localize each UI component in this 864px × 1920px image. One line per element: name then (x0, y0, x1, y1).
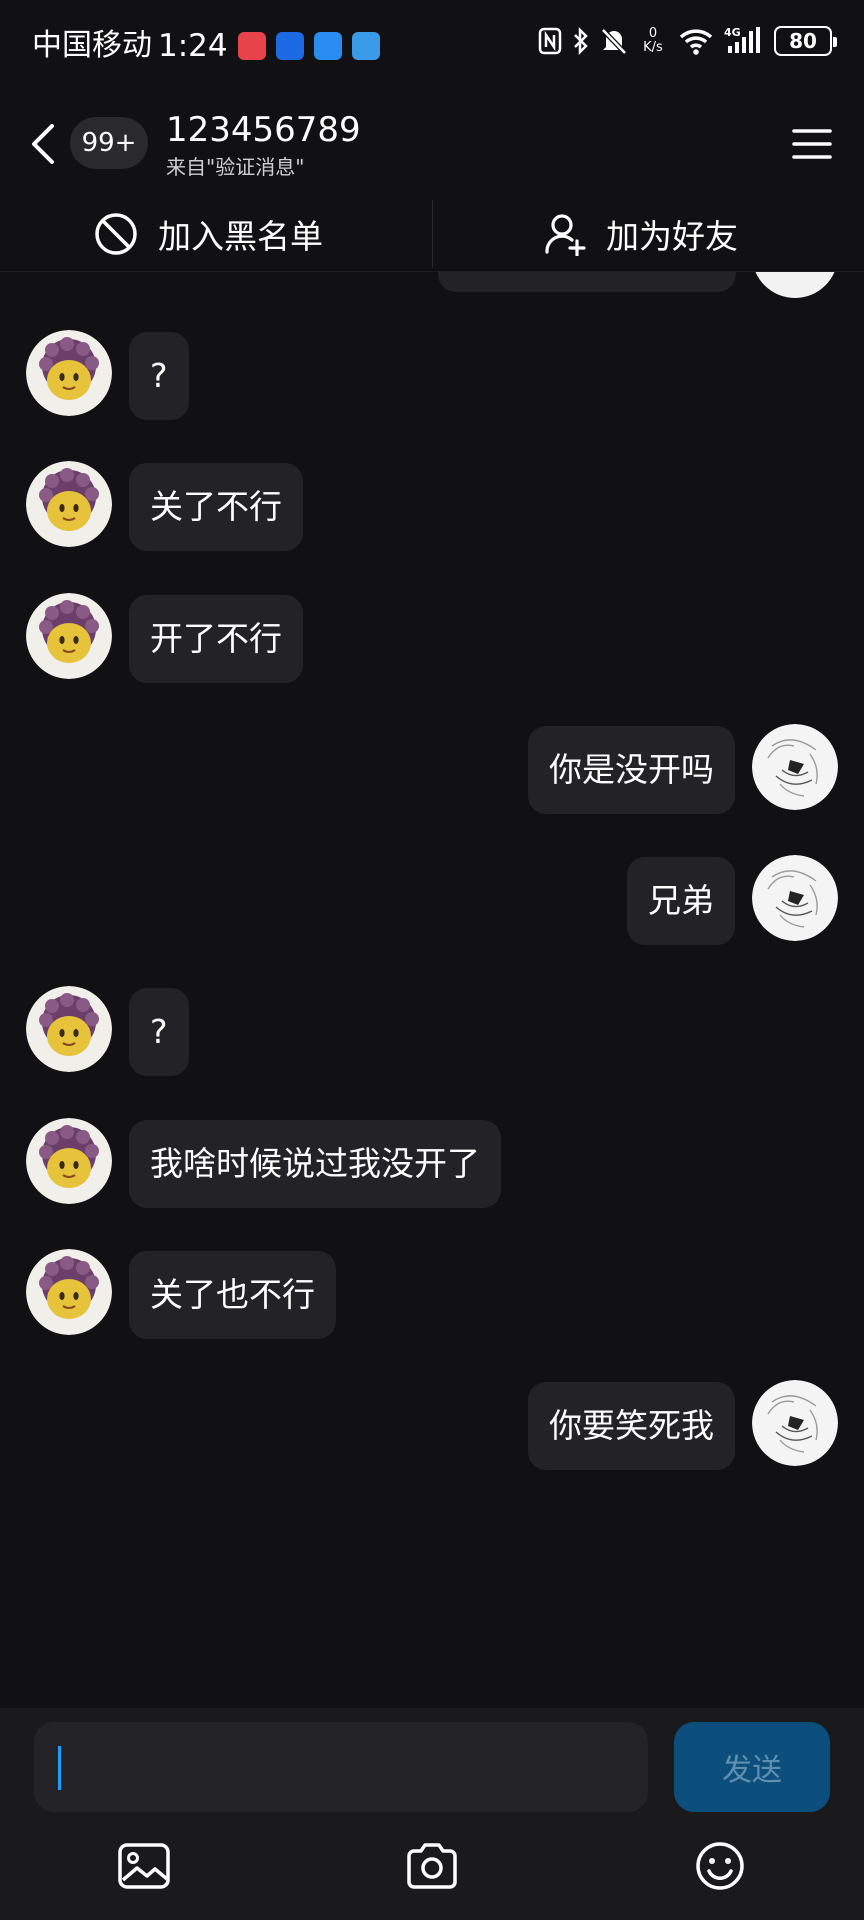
camera-button[interactable] (402, 1836, 462, 1896)
message-bubble[interactable]: 兄弟 (627, 857, 735, 945)
input-bar: 发送 (0, 1708, 864, 1920)
status-bar: 中国移动 1:24 0 K/s 4G 80 (0, 0, 864, 96)
emoji-icon (696, 1842, 744, 1890)
net-speed-value: 0 (648, 26, 658, 41)
action-divider (432, 200, 433, 268)
bluetooth-icon (574, 26, 588, 56)
message-bubble[interactable]: 关了不行 (129, 463, 303, 551)
message-bubble[interactable]: ? (129, 988, 189, 1076)
message-list[interactable]: ? 关了不行开了不行你是没开吗兄弟? 我啥时候说过我没开了 关了也不行你要笑死我 (0, 272, 864, 1708)
back-icon (32, 124, 54, 164)
wifi-icon (679, 29, 713, 55)
image-picker-button[interactable] (114, 1836, 174, 1896)
contact-avatar[interactable] (26, 1118, 112, 1204)
message-bubble[interactable]: 你是没开吗 (528, 726, 735, 814)
contact-avatar[interactable] (26, 330, 112, 416)
message-row-received: 关了不行 (0, 461, 864, 551)
message-bubble[interactable]: 关了也不行 (129, 1251, 336, 1339)
menu-icon (792, 129, 832, 159)
back-button[interactable] (24, 118, 64, 170)
message-input[interactable] (34, 1722, 648, 1812)
add-friend-button[interactable]: 加为好友 (544, 196, 738, 272)
mute-icon (601, 28, 627, 55)
notification-app-icon (275, 32, 304, 60)
contact-name: 123456789 (166, 110, 361, 150)
add-friend-label: 加为好友 (606, 217, 738, 256)
message-bubble[interactable]: 开了不行 (129, 595, 303, 683)
image-icon (118, 1843, 170, 1889)
message-bubble[interactable]: ? (129, 332, 189, 420)
cellular-signal-icon: 4G (724, 26, 760, 53)
network-speed: 0 K/s (638, 27, 668, 55)
svg-text:4G: 4G (724, 26, 741, 39)
message-row-sent: 你要笑死我 (0, 1380, 864, 1470)
self-avatar[interactable] (752, 855, 838, 941)
status-right: 0 K/s 4G 80 (538, 26, 837, 56)
block-icon (95, 213, 137, 255)
add-friend-icon (545, 214, 586, 256)
message-bubble-partial (438, 272, 736, 292)
message-row-sent: 你是没开吗 (0, 724, 864, 814)
status-left: 中国移动 1:24 (32, 26, 380, 66)
net-speed-unit: K/s (643, 40, 663, 55)
message-row-received: 我啥时候说过我没开了 (0, 1118, 864, 1208)
clock: 1:24 (158, 28, 228, 64)
unread-count-badge[interactable]: 99+ (70, 117, 148, 169)
carrier-label: 中国移动 (32, 28, 152, 63)
contact-avatar[interactable] (26, 461, 112, 547)
notification-chat-icon (313, 32, 342, 60)
battery-indicator: 80 (774, 26, 837, 56)
contact-avatar[interactable] (26, 593, 112, 679)
self-avatar[interactable] (752, 724, 838, 810)
block-button[interactable]: 加入黑名单 (94, 196, 323, 272)
notification-app-icon (237, 32, 266, 60)
message-row-received: 关了也不行 (0, 1249, 864, 1339)
self-avatar[interactable] (752, 272, 838, 298)
message-row-received: ? (0, 986, 864, 1076)
contact-source-subtitle: 来自"验证消息" (166, 155, 305, 179)
notification-browser-icon (351, 32, 380, 60)
contact-avatar[interactable] (26, 986, 112, 1072)
block-label: 加入黑名单 (158, 217, 323, 256)
text-cursor (58, 1746, 61, 1790)
camera-icon (407, 1843, 457, 1889)
contact-avatar[interactable] (26, 1249, 112, 1335)
message-bubble[interactable]: 我啥时候说过我没开了 (129, 1120, 501, 1208)
message-row-received: ? (0, 330, 864, 420)
message-bubble[interactable]: 你要笑死我 (528, 1382, 735, 1470)
send-button[interactable]: 发送 (674, 1722, 830, 1812)
nfc-icon (538, 27, 562, 55)
stranger-action-bar: 加入黑名单 加为好友 (0, 196, 864, 272)
self-avatar[interactable] (752, 1380, 838, 1466)
menu-button[interactable] (790, 122, 834, 166)
chat-header: 99+ 123456789 来自"验证消息" (0, 96, 864, 192)
message-row-received: 开了不行 (0, 593, 864, 683)
emoji-button[interactable] (690, 1836, 750, 1896)
message-row-sent: 兄弟 (0, 855, 864, 945)
